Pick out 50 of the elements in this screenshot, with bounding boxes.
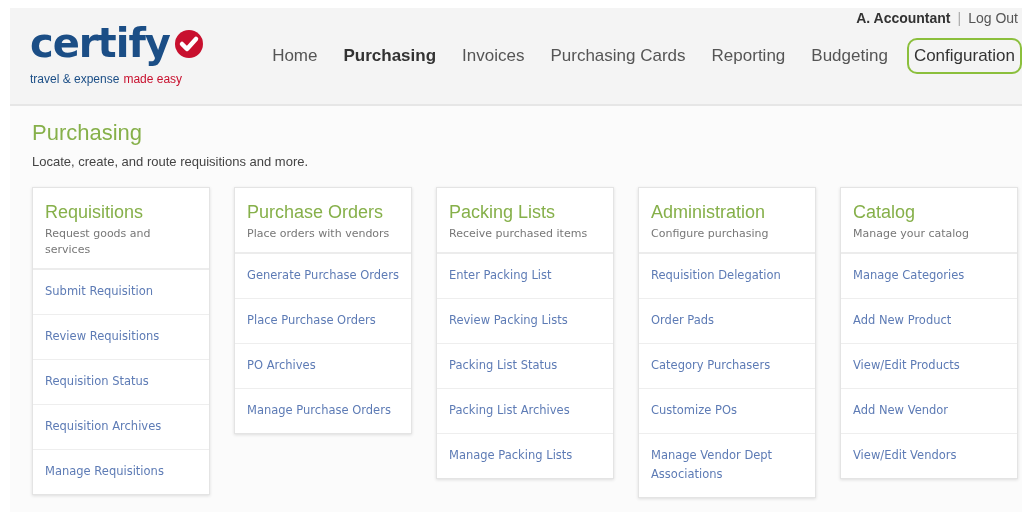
card-link[interactable]: Generate Purchase Orders xyxy=(247,266,401,285)
card-link[interactable]: Category Purchasers xyxy=(651,356,805,375)
nav-tab[interactable]: Budgeting xyxy=(804,38,895,74)
card-title: Administration xyxy=(651,201,767,223)
card-link[interactable]: Packing List Archives xyxy=(449,401,603,420)
card-link[interactable]: Requisition Status xyxy=(45,372,199,391)
card-link[interactable]: View/Edit Vendors xyxy=(853,446,1007,465)
nav-tab[interactable]: Reporting xyxy=(704,38,793,74)
card-link[interactable]: Order Pads xyxy=(651,311,805,330)
card-title: Requisitions xyxy=(45,201,145,223)
card-link[interactable]: Manage Purchase Orders xyxy=(247,401,401,420)
card-description: Manage your catalog xyxy=(853,226,971,242)
card-link[interactable]: Requisition Archives xyxy=(45,417,199,436)
card-link[interactable]: Requisition Delegation xyxy=(651,266,805,285)
card-link[interactable]: Submit Requisition xyxy=(45,282,199,301)
card-link[interactable]: Manage Categories xyxy=(853,266,1007,285)
card-description: Configure purchasing xyxy=(651,226,770,242)
nav-tab[interactable]: Home xyxy=(265,38,325,74)
card-link[interactable]: Review Requisitions xyxy=(45,327,199,346)
page-subtitle: Locate, create, and route requisitions and more. xyxy=(32,154,310,169)
card-link[interactable]: Add New Product xyxy=(853,311,1007,330)
card-link[interactable]: PO Archives xyxy=(247,356,401,375)
card-link[interactable]: Manage Vendor Dept Associations xyxy=(651,446,805,484)
nav-tab[interactable]: Configuration xyxy=(906,38,1022,74)
card-link[interactable]: Enter Packing List xyxy=(449,266,603,285)
card-title: Catalog xyxy=(853,201,917,223)
nav-tab[interactable]: Purchasing Cards xyxy=(543,38,693,74)
card-link[interactable]: Manage Packing Lists xyxy=(449,446,603,465)
page-title: Purchasing xyxy=(32,120,144,146)
logo-tagline: travel & expense xyxy=(30,72,120,86)
nav-tab[interactable]: Purchasing xyxy=(336,38,444,74)
card-link[interactable]: Place Purchase Orders xyxy=(247,311,401,330)
card-title: Purchase Orders xyxy=(247,201,385,223)
card-link[interactable]: Customize POs xyxy=(651,401,805,420)
user-name: A. Accountant xyxy=(856,10,951,26)
nav-tab[interactable]: Invoices xyxy=(455,38,532,74)
check-circle-icon xyxy=(173,29,204,59)
card-title: Packing Lists xyxy=(449,201,557,223)
separator: | xyxy=(957,10,962,26)
logo-wordmark[interactable]: certify xyxy=(30,20,170,66)
logout-link[interactable]: Log Out xyxy=(968,10,1018,26)
card-description: Place orders with vendors xyxy=(247,226,391,242)
card-description: Request goods and services xyxy=(45,226,152,258)
card-link[interactable]: Review Packing Lists xyxy=(449,311,603,330)
card-link[interactable]: View/Edit Products xyxy=(853,356,1007,375)
card-link[interactable]: Add New Vendor xyxy=(853,401,1007,420)
card-description: Receive purchased items xyxy=(449,226,589,242)
card-link[interactable]: Packing List Status xyxy=(449,356,603,375)
logo-tagline: made easy xyxy=(123,72,183,86)
card-link[interactable]: Manage Requisitions xyxy=(45,462,199,481)
